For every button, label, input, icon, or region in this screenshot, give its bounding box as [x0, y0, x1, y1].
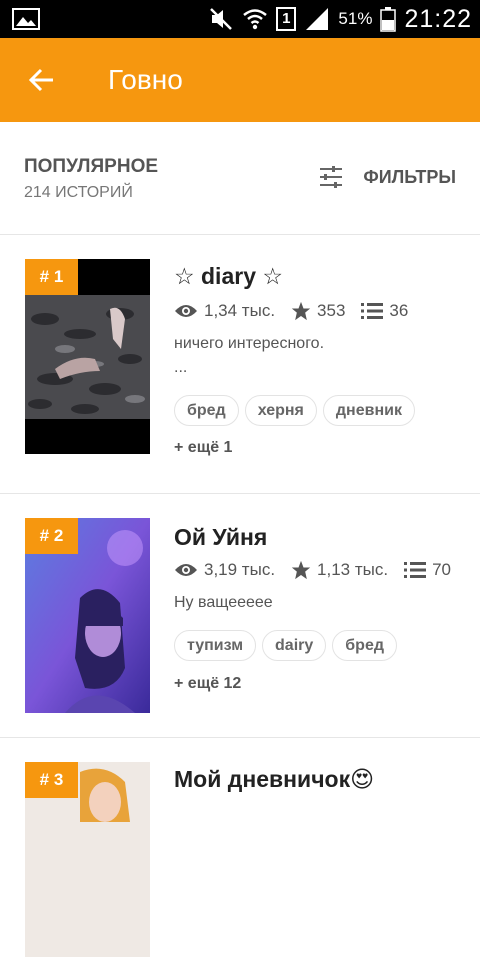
story-stats: 3,19 тыс. 1,13 тыс. 70 — [174, 560, 457, 580]
app-bar: Говно — [0, 38, 480, 122]
signal-icon — [306, 8, 329, 30]
list-header: ПОПУЛЯРНОЕ 214 ИСТОРИЙ ФИЛЬТРЫ — [0, 122, 480, 235]
rank-badge: # 3 — [25, 762, 78, 798]
tag-chip[interactable]: херня — [244, 395, 317, 426]
list-icon — [404, 562, 427, 578]
parts-count: 36 — [389, 301, 409, 320]
story-cover[interactable]: # 1 — [25, 259, 150, 454]
star-icon — [291, 301, 311, 321]
story-title[interactable]: Ой Уйня — [174, 524, 267, 551]
story-description: Ну ващеееее — [174, 594, 273, 611]
story-count: 214 ИСТОРИЙ — [24, 184, 133, 201]
filter-sliders-icon — [320, 166, 343, 188]
tag-list: бред херня дневник — [174, 395, 415, 426]
sim-indicator: 1 — [276, 7, 297, 31]
tag-chip[interactable]: dairy — [262, 630, 327, 661]
tag-chip[interactable]: дневник — [322, 395, 415, 426]
story-item[interactable]: # 1 ☆ diary ☆ 1,34 тыс. 353 36 ничего ин… — [0, 235, 480, 494]
tag-chip[interactable]: тупизм — [174, 630, 257, 661]
story-stats: 1,34 тыс. 353 36 — [174, 301, 414, 321]
tag-chip[interactable]: бред — [174, 395, 239, 426]
status-bar: 1 51% 21:22 — [0, 0, 480, 38]
tag-chip[interactable]: бред — [332, 630, 397, 661]
arrow-back-icon — [28, 68, 53, 92]
page-title: Говно — [108, 64, 183, 95]
story-cover[interactable]: # 2 — [25, 518, 150, 713]
votes-count: 1,13 тыс. — [317, 560, 389, 579]
sort-title: ПОПУЛЯРНОЕ — [24, 156, 159, 177]
eye-icon — [175, 564, 197, 576]
battery-icon — [380, 7, 397, 32]
views-count: 3,19 тыс. — [204, 560, 276, 579]
tag-list: тупизм dairy бред — [174, 630, 397, 661]
gallery-icon — [12, 8, 40, 30]
more-tags-link[interactable]: + ещё 12 — [174, 675, 241, 693]
story-description-more: ... — [174, 359, 188, 376]
clock: 21:22 — [404, 4, 472, 33]
story-description: ничего интересного. — [174, 335, 325, 352]
wifi-icon — [243, 9, 267, 30]
back-button[interactable] — [0, 38, 84, 122]
more-tags-link[interactable]: + ещё 1 — [174, 439, 232, 457]
parts-count: 70 — [432, 560, 452, 579]
rank-badge: # 2 — [25, 518, 78, 554]
battery-percent: 51% — [338, 9, 373, 28]
story-cover[interactable]: # 3 — [25, 762, 150, 957]
filters-button[interactable]: ФИЛЬТРЫ — [319, 166, 456, 188]
story-item[interactable]: # 2 Ой Уйня 3,19 тыс. 1,13 тыс. 70 Ну ва… — [0, 494, 480, 738]
eye-icon — [175, 305, 197, 317]
votes-count: 353 — [317, 301, 346, 320]
views-count: 1,34 тыс. — [204, 301, 276, 320]
star-icon — [291, 560, 311, 580]
filters-label: ФИЛЬТРЫ — [363, 166, 456, 187]
story-title[interactable]: ☆ diary ☆ — [174, 263, 283, 290]
list-icon — [361, 303, 384, 319]
rank-badge: # 1 — [25, 259, 78, 295]
story-title[interactable]: Мой дневничок😍 — [174, 766, 374, 793]
mute-icon — [210, 8, 232, 30]
story-item[interactable]: # 3 Мой дневничок😍 — [0, 738, 480, 957]
